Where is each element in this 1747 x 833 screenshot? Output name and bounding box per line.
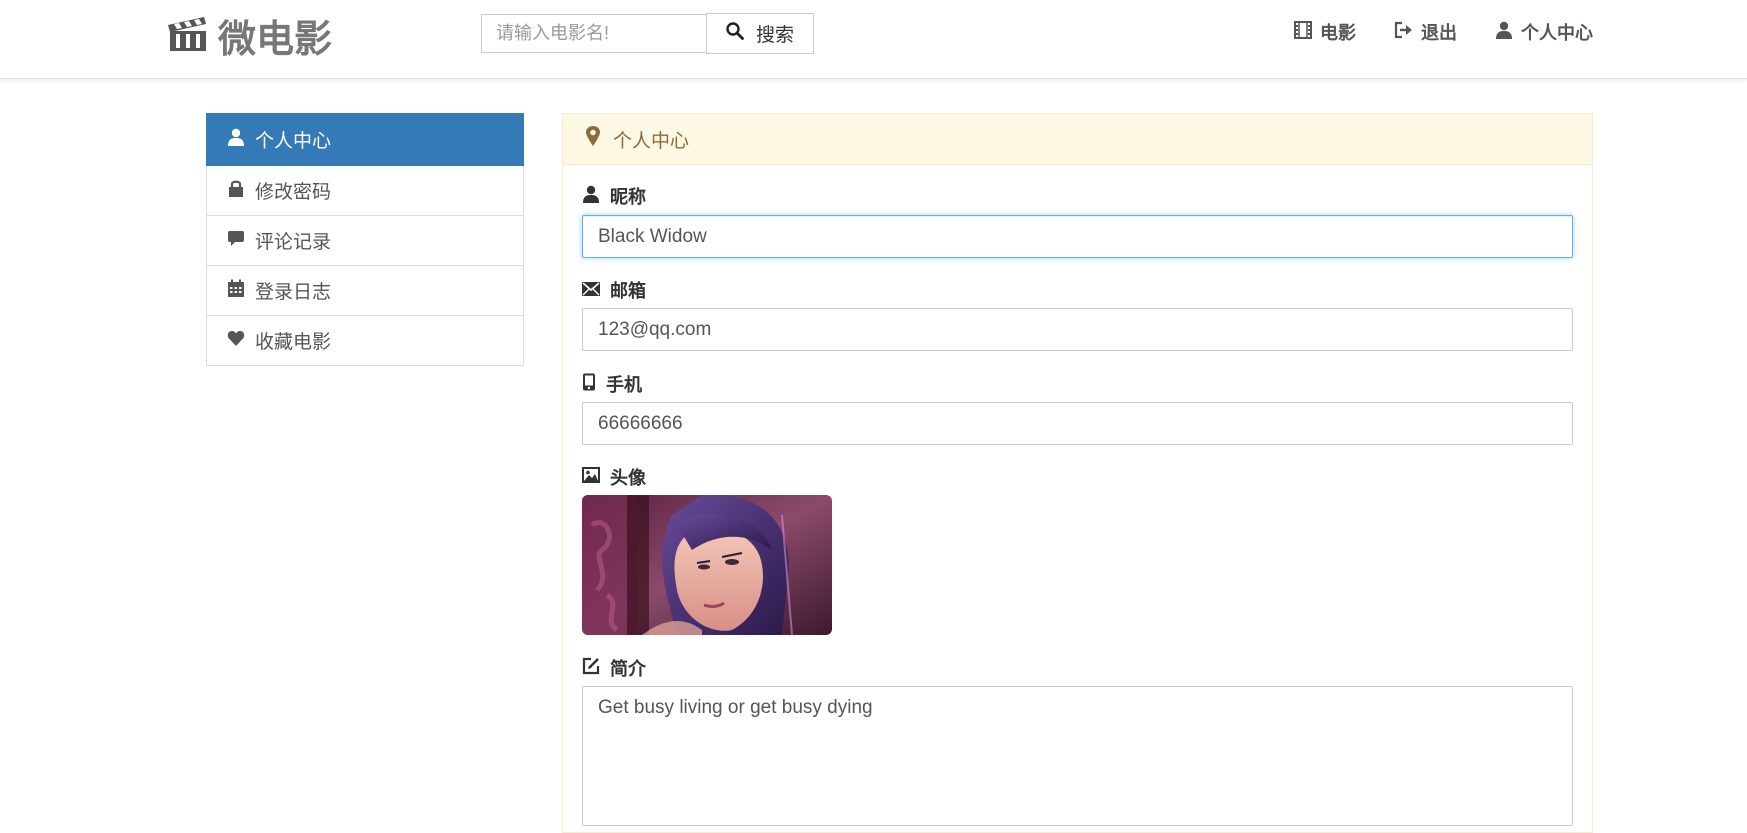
film-icon	[1294, 20, 1312, 44]
panel-title: 个人中心	[613, 130, 690, 152]
brand-logo[interactable]: 微电影	[168, 10, 333, 61]
sidebar-item-profile[interactable]: 个人中心	[206, 113, 524, 166]
envelope-icon	[582, 280, 600, 301]
bio-textarea[interactable]: Get busy living or get busy dying	[582, 686, 1573, 826]
nav-logout[interactable]: 退出	[1394, 18, 1457, 46]
nav-profile-label: 个人中心	[1521, 23, 1593, 43]
calendar-icon	[227, 279, 245, 303]
bio-label: 简介	[582, 655, 646, 681]
email-label: 邮箱	[582, 277, 646, 303]
top-navbar: 微电影 搜索	[0, 0, 1747, 79]
heart-icon	[227, 329, 245, 353]
nav-movies[interactable]: 电影	[1294, 18, 1356, 46]
search-input[interactable]	[481, 14, 706, 53]
search-form: 搜索	[481, 13, 814, 55]
sidebar-item-login-log[interactable]: 登录日志	[206, 266, 524, 316]
search-button-label: 搜索	[755, 25, 794, 46]
panel-header: 个人中心	[563, 114, 1592, 165]
sidebar-item-label: 修改密码	[255, 182, 332, 203]
sidebar-item-label: 收藏电影	[255, 332, 332, 353]
user-icon	[1495, 21, 1513, 44]
sidebar-item-label: 登录日志	[255, 282, 332, 303]
phone-icon	[582, 373, 596, 396]
phone-label: 手机	[582, 371, 642, 397]
avatar-label: 头像	[582, 464, 646, 490]
clapperboard-icon	[168, 17, 208, 53]
sidebar-item-comments[interactable]: 评论记录	[206, 216, 524, 266]
avatar-image[interactable]	[582, 495, 832, 635]
nav-movies-label: 电影	[1320, 23, 1356, 43]
sidebar-item-change-password[interactable]: 修改密码	[206, 166, 524, 216]
sidebar-item-favorites[interactable]: 收藏电影	[206, 316, 524, 366]
phone-input[interactable]	[582, 402, 1573, 445]
nickname-label-text: 昵称	[610, 187, 646, 207]
bio-label-text: 简介	[610, 659, 646, 679]
edit-icon	[582, 657, 600, 680]
brand-name: 微电影	[218, 18, 333, 61]
email-label-text: 邮箱	[610, 281, 646, 301]
lock-icon	[227, 179, 245, 203]
avatar-label-text: 头像	[610, 468, 646, 488]
picture-icon	[582, 466, 600, 488]
sidebar-item-label: 评论记录	[255, 232, 332, 253]
sidebar-item-label: 个人中心	[255, 131, 332, 152]
nickname-input[interactable]	[582, 215, 1573, 258]
phone-label-text: 手机	[606, 375, 642, 395]
nickname-label: 昵称	[582, 183, 646, 209]
logout-icon	[1394, 21, 1413, 44]
search-button[interactable]: 搜索	[706, 13, 814, 54]
nav-profile[interactable]: 个人中心	[1495, 18, 1593, 46]
nav-logout-label: 退出	[1421, 23, 1457, 43]
user-icon	[582, 185, 600, 208]
nav-links: 电影 退出 个人中心	[1294, 18, 1593, 46]
search-icon	[726, 21, 744, 46]
sidebar-menu: 个人中心 修改密码 评论记录 登录日志 收藏电影	[206, 113, 524, 366]
email-input[interactable]	[582, 308, 1573, 351]
comment-icon	[227, 229, 245, 253]
profile-panel: 个人中心 昵称 邮箱	[562, 113, 1593, 833]
user-icon	[227, 128, 245, 152]
map-marker-icon	[585, 125, 601, 153]
